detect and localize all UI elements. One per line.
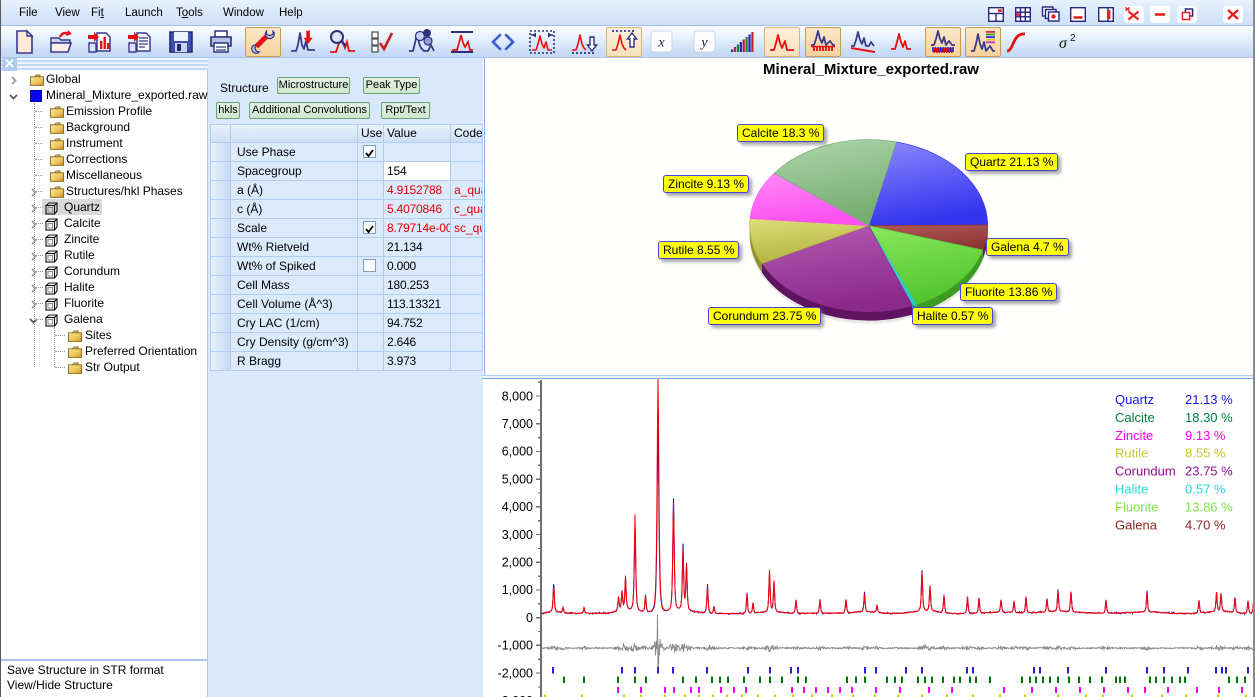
- svg-text:Rutile: Rutile: [1115, 446, 1148, 461]
- svg-text:5,000: 5,000: [502, 472, 533, 486]
- svg-text:Corundum: Corundum: [1115, 464, 1176, 479]
- svg-text:y: y: [699, 36, 708, 51]
- svg-text:Zincite: Zincite: [1115, 428, 1153, 443]
- svg-text:13.86 %: 13.86 %: [1185, 499, 1233, 514]
- svg-text:Quartz: Quartz: [1115, 392, 1154, 407]
- svg-text:4,000: 4,000: [502, 500, 533, 514]
- svg-text:-2,000: -2,000: [498, 666, 533, 680]
- svg-text:21.13 %: 21.13 %: [1185, 392, 1233, 407]
- svg-text:8.55 %: 8.55 %: [1185, 446, 1226, 461]
- svg-text:0: 0: [526, 611, 533, 625]
- svg-text:-1,000: -1,000: [498, 639, 533, 653]
- svg-text:23.75 %: 23.75 %: [1185, 464, 1233, 479]
- svg-text:2,000: 2,000: [502, 556, 533, 570]
- svg-text:7,000: 7,000: [502, 417, 533, 431]
- svg-text:4.70 %: 4.70 %: [1185, 517, 1226, 532]
- svg-text:6,000: 6,000: [502, 445, 533, 459]
- svg-text:σ: σ: [1059, 35, 1068, 52]
- svg-text:9.13 %: 9.13 %: [1185, 428, 1226, 443]
- svg-text:8,000: 8,000: [502, 389, 533, 403]
- svg-text:Galena: Galena: [1115, 517, 1158, 532]
- svg-text:2: 2: [1070, 33, 1076, 44]
- svg-text:3,000: 3,000: [502, 528, 533, 542]
- svg-text:Fluorite: Fluorite: [1115, 499, 1158, 514]
- svg-text:1,000: 1,000: [502, 583, 533, 597]
- svg-text:x: x: [657, 36, 665, 51]
- svg-text:18.30 %: 18.30 %: [1185, 410, 1233, 425]
- svg-text:Halite: Halite: [1115, 482, 1148, 497]
- svg-text:Calcite: Calcite: [1115, 410, 1155, 425]
- svg-text:0.57 %: 0.57 %: [1185, 482, 1226, 497]
